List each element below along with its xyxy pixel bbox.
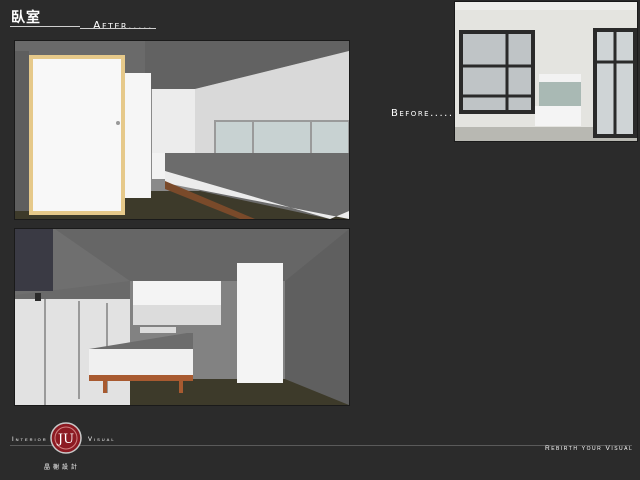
- footer-interior-label: Interior: [12, 437, 48, 443]
- before-photo-room: [455, 2, 637, 141]
- footer-visual-label: Visual: [88, 437, 116, 443]
- logo-text: JU: [56, 432, 74, 447]
- render-after-view-2: [14, 228, 350, 406]
- title-divider: [10, 26, 80, 27]
- company-logo: JU: [50, 422, 82, 454]
- logo-icon: JU: [50, 422, 82, 454]
- company-name: 晶榭設計: [44, 464, 81, 471]
- render-bedroom-window-view: [15, 41, 349, 219]
- after-divider: [80, 28, 156, 29]
- before-photo: [454, 1, 638, 142]
- before-label: Before.....: [391, 108, 454, 119]
- footer-tagline: Rebirth your Visual: [545, 445, 634, 452]
- render-bedroom-bed-view: [15, 229, 349, 405]
- page-title: 臥室: [11, 10, 41, 26]
- after-label: After.....: [93, 19, 153, 32]
- footer-divider: [10, 445, 632, 446]
- render-after-view-1: [14, 40, 350, 220]
